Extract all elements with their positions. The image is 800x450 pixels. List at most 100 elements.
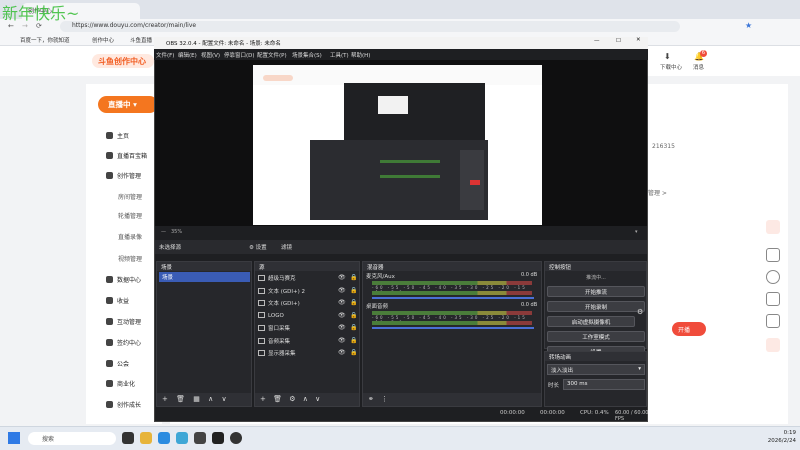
start-icon[interactable] — [8, 432, 20, 444]
more-icon[interactable]: ⋮ — [381, 395, 388, 403]
live-status-button[interactable]: 直播中 ▾ — [98, 96, 158, 113]
properties-button[interactable]: ⚙ 设置 — [249, 243, 267, 251]
steam-icon[interactable] — [212, 432, 224, 444]
lock-icon[interactable]: 🔒 — [350, 274, 357, 281]
app-icon[interactable] — [194, 432, 206, 444]
nav-item[interactable]: 数据中心 — [106, 275, 141, 284]
clock[interactable]: 0:19 2026/2/24 — [766, 429, 796, 445]
nav-item[interactable]: 公会 — [106, 359, 129, 368]
gift-icon[interactable] — [766, 220, 780, 234]
task-view-icon[interactable] — [122, 432, 134, 444]
store-icon[interactable] — [176, 432, 188, 444]
add-icon[interactable]: + — [260, 395, 266, 403]
nav-item[interactable]: 直播录像 — [118, 232, 142, 241]
obs-menu-item[interactable]: 工具(T) — [330, 51, 349, 59]
filters-button[interactable]: 滤镜 — [281, 243, 292, 251]
manage-link-fragment[interactable]: 管理 > — [648, 188, 667, 197]
nav-item[interactable]: 视频管理 — [118, 254, 142, 263]
lock-icon[interactable]: 🔒 — [350, 324, 357, 331]
gear-icon[interactable]: ⚙ — [289, 395, 295, 403]
lock-icon[interactable]: 🔒 — [350, 287, 357, 294]
obs-icon[interactable] — [230, 432, 242, 444]
download-icon[interactable]: ⬇ — [664, 52, 671, 61]
move-down-icon[interactable]: ∨ — [221, 395, 226, 403]
lock-icon[interactable]: 🔒 — [350, 349, 357, 356]
nav-item[interactable]: 互动管理 — [106, 317, 141, 326]
close-icon[interactable]: ✕ — [636, 37, 641, 43]
visibility-icon[interactable]: 👁 — [338, 337, 346, 344]
nav-item[interactable]: 主页 — [106, 131, 129, 140]
duration-input[interactable]: 300 ms — [563, 379, 645, 390]
obs-menu-item[interactable]: 视图(V) — [201, 51, 220, 59]
visibility-icon[interactable]: 👁 — [338, 274, 346, 281]
link-icon[interactable]: ⚭ — [368, 395, 374, 403]
edge-icon[interactable] — [158, 432, 170, 444]
source-item[interactable]: 窗口采集 👁 🔒 — [258, 324, 358, 332]
visibility-icon[interactable]: 👁 — [338, 349, 346, 356]
headset-icon[interactable] — [766, 314, 780, 328]
url-input[interactable]: https://www.douyu.com/creator/main/live — [60, 21, 680, 32]
source-item[interactable]: LOGO 👁 🔒 — [258, 311, 358, 319]
nav-item[interactable]: 直播百宝箱 — [106, 151, 147, 160]
zoom-out-icon[interactable]: — — [161, 229, 166, 235]
bookmark-baidu[interactable]: 百度一下，你就知道 — [20, 36, 70, 44]
trash-icon[interactable]: 🗑 — [273, 395, 282, 403]
visibility-icon[interactable]: 👁 — [338, 299, 346, 306]
start-live-button[interactable]: 开播 — [672, 322, 706, 336]
trash-icon[interactable]: 🗑 — [176, 395, 185, 403]
move-up-icon[interactable]: ∧ — [303, 395, 308, 403]
source-item[interactable]: 音频采集 👁 🔒 — [258, 337, 358, 345]
filter-icon[interactable]: ▦ — [193, 395, 200, 403]
video-icon[interactable] — [766, 248, 780, 262]
zoom-level[interactable]: 35% — [171, 229, 182, 235]
obs-menu-item[interactable]: 场景集合(S) — [292, 51, 322, 59]
zoom-dropdown-icon[interactable]: ▾ — [635, 229, 638, 235]
transition-select[interactable]: 淡入淡出 ▾ — [547, 364, 645, 375]
visibility-icon[interactable]: 👁 — [338, 287, 346, 294]
control-button[interactable]: 工作室模式 — [547, 331, 645, 342]
add-icon[interactable]: + — [162, 395, 168, 403]
lock-icon[interactable]: 🔒 — [350, 299, 357, 306]
visibility-icon[interactable]: 👁 — [338, 312, 346, 319]
nav-item[interactable]: 轮播管理 — [118, 211, 142, 220]
nav-item[interactable]: 商业化 — [106, 379, 135, 388]
site-logo[interactable]: 斗鱼创作中心 — [92, 54, 154, 68]
obs-menu-item[interactable]: 停靠窗口(D) — [224, 51, 255, 59]
maximize-icon[interactable]: ☐ — [616, 38, 621, 44]
scene-item[interactable]: 场景 — [159, 272, 250, 282]
lock-icon[interactable]: 🔒 — [350, 337, 357, 344]
source-item[interactable]: 显示器采集 👁 🔒 — [258, 349, 358, 357]
control-button[interactable]: 开始录制 — [547, 301, 645, 312]
nav-item[interactable]: 收益 — [106, 296, 129, 305]
visibility-icon[interactable]: 👁 — [338, 324, 346, 331]
obs-menu-item[interactable]: 编辑(E) — [178, 51, 197, 59]
file-explorer-icon[interactable] — [140, 432, 152, 444]
obs-menu-item[interactable]: 配置文件(P) — [257, 51, 287, 59]
bookmark-douyu[interactable]: 斗鱼直播 — [130, 36, 152, 44]
minimize-icon[interactable]: — — [594, 38, 600, 44]
nav-item[interactable]: 创作管理 — [106, 171, 141, 180]
nav-item[interactable]: 签约中心 — [106, 338, 141, 347]
bookmark-creator[interactable]: 创作中心 — [92, 36, 114, 44]
lock-icon[interactable]: 🔒 — [350, 312, 357, 319]
virtual-cam-gear-icon[interactable]: ⚙ — [637, 308, 646, 318]
control-button[interactable]: 开始推流 — [547, 286, 645, 297]
volume-slider[interactable] — [372, 297, 534, 299]
help-icon[interactable] — [766, 270, 780, 284]
volume-slider[interactable] — [372, 327, 534, 329]
source-toolbar: 未选择源 ⚙ 设置 滤镜 — [155, 240, 647, 254]
source-item[interactable]: 文本 (GDI+) 👁 🔒 — [258, 299, 358, 307]
source-item[interactable]: 超级马赛克 👁 🔒 — [258, 274, 358, 282]
feedback-icon[interactable] — [766, 292, 780, 306]
control-button[interactable]: 启动虚拟摄像机 — [547, 316, 635, 327]
taskbar-search[interactable]: 搜索 — [28, 432, 116, 445]
obs-menu-item[interactable]: 帮助(H) — [351, 51, 370, 59]
source-item[interactable]: 文本 (GDI+) 2 👁 🔒 — [258, 287, 358, 295]
favorite-star-icon[interactable]: ★ — [745, 21, 752, 30]
move-up-icon[interactable]: ∧ — [208, 395, 213, 403]
nav-item[interactable]: 房间管理 — [118, 192, 142, 201]
promo-icon[interactable] — [766, 338, 780, 352]
obs-menu-item[interactable]: 文件(F) — [156, 51, 174, 59]
move-down-icon[interactable]: ∨ — [315, 395, 320, 403]
nav-item[interactable]: 创作成长 — [106, 400, 141, 409]
